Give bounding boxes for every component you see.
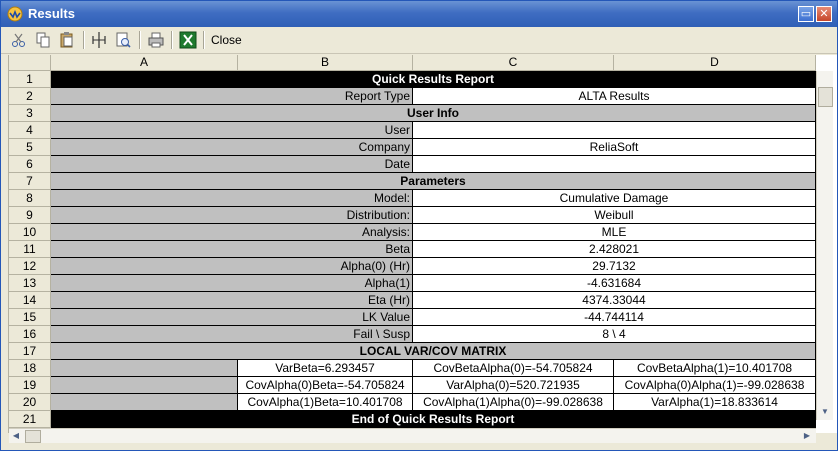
left-margin	[1, 55, 9, 433]
toolbar: Close	[1, 27, 837, 54]
section-header[interactable]: End of Quick Results Report	[51, 411, 816, 428]
field-label[interactable]: Model:	[51, 190, 413, 207]
field-value[interactable]: -44.744114	[413, 309, 816, 326]
section-header[interactable]: Quick Results Report	[51, 71, 816, 88]
matrix-cell[interactable]: CovAlpha(0)Beta=-54.705824	[238, 377, 413, 394]
matrix-cell[interactable]: VarAlpha(1)=18.833614	[614, 394, 816, 411]
field-label[interactable]: LK Value	[51, 309, 413, 326]
matrix-cell[interactable]: CovBetaAlpha(1)=10.401708	[614, 360, 816, 377]
matrix-row-label[interactable]	[51, 377, 238, 394]
field-value[interactable]: 29.7132	[413, 258, 816, 275]
field-value[interactable]: ALTA Results	[413, 88, 816, 105]
row-header[interactable]: 4	[9, 122, 51, 139]
matrix-cell[interactable]: CovBetaAlpha(0)=-54.705824	[413, 360, 614, 377]
row-header[interactable]: 19	[9, 377, 51, 394]
spreadsheet-grid[interactable]: A B C D ▼ ◀ ▶ 1 Quick Results Report 2 Repo…	[1, 55, 837, 443]
row-header[interactable]: 6	[9, 156, 51, 173]
matrix-cell[interactable]: CovAlpha(1)Beta=10.401708	[238, 394, 413, 411]
excel-export-icon[interactable]	[179, 31, 197, 49]
field-value[interactable]: -4.631684	[413, 275, 816, 292]
row-header[interactable]: 5	[9, 139, 51, 156]
app-icon	[7, 6, 23, 22]
scroll-down-icon[interactable]: ▼	[817, 404, 833, 420]
field-value[interactable]: 4374.33044	[413, 292, 816, 309]
row-header[interactable]: 11	[9, 241, 51, 258]
title-bar[interactable]: Results ▭ ✕	[1, 1, 837, 27]
horizontal-scrollbar[interactable]: ◀ ▶	[9, 428, 816, 443]
column-header-c[interactable]: C	[413, 55, 614, 71]
matrix-cell[interactable]: CovAlpha(0)Alpha(1)=-99.028638	[614, 377, 816, 394]
field-value[interactable]: MLE	[413, 224, 816, 241]
matrix-row-label[interactable]	[51, 394, 238, 411]
row-header[interactable]: 3	[9, 105, 51, 122]
field-label[interactable]: Distribution:	[51, 207, 413, 224]
toolbar-separator	[139, 31, 141, 49]
row-header[interactable]: 9	[9, 207, 51, 224]
row-header[interactable]: 21	[9, 411, 51, 428]
field-value[interactable]: ReliaSoft	[413, 139, 816, 156]
row-header[interactable]: 14	[9, 292, 51, 309]
row-header[interactable]: 8	[9, 190, 51, 207]
section-header[interactable]: User Info	[51, 105, 816, 122]
section-header[interactable]: LOCAL VAR/COV MATRIX	[51, 343, 816, 360]
toolbar-separator	[203, 31, 205, 49]
field-label[interactable]: Report Type	[51, 88, 413, 105]
close-button[interactable]: Close	[211, 33, 242, 47]
field-value[interactable]: Cumulative Damage	[413, 190, 816, 207]
field-value[interactable]	[413, 122, 816, 139]
field-label[interactable]: Company	[51, 139, 413, 156]
matrix-cell[interactable]: VarBeta=6.293457	[238, 360, 413, 377]
row-header[interactable]: 2	[9, 88, 51, 105]
column-header-d[interactable]: D	[614, 55, 816, 71]
horizontal-scroll-thumb[interactable]	[25, 430, 41, 443]
vertical-scroll-thumb[interactable]	[818, 87, 833, 107]
copy-icon[interactable]	[34, 31, 52, 49]
row-header[interactable]: 15	[9, 309, 51, 326]
toolbar-separator	[171, 31, 173, 49]
row-header[interactable]: 13	[9, 275, 51, 292]
field-label[interactable]: Alpha(0) (Hr)	[51, 258, 413, 275]
paste-icon[interactable]	[58, 31, 76, 49]
matrix-cell[interactable]: CovAlpha(1)Alpha(0)=-99.028638	[413, 394, 614, 411]
field-label[interactable]: Eta (Hr)	[51, 292, 413, 309]
field-label[interactable]: User	[51, 122, 413, 139]
restore-icon[interactable]: ▭	[798, 6, 814, 22]
toolbar-separator	[83, 31, 85, 49]
row-header[interactable]: 7	[9, 173, 51, 190]
matrix-row-label[interactable]	[51, 360, 238, 377]
field-label[interactable]: Alpha(1)	[51, 275, 413, 292]
window-title: Results	[28, 6, 75, 21]
row-header[interactable]: 16	[9, 326, 51, 343]
field-label[interactable]: Fail \ Susp	[51, 326, 413, 343]
field-value[interactable]: 8 \ 4	[413, 326, 816, 343]
field-value[interactable]	[413, 156, 816, 173]
row-header[interactable]: 12	[9, 258, 51, 275]
column-width-icon[interactable]	[90, 31, 108, 49]
select-all-corner[interactable]	[9, 55, 51, 71]
field-value[interactable]: Weibull	[413, 207, 816, 224]
row-header[interactable]: 1	[9, 71, 51, 88]
scroll-left-icon[interactable]: ◀	[9, 429, 23, 443]
column-header-a[interactable]: A	[51, 55, 238, 71]
row-header[interactable]: 20	[9, 394, 51, 411]
section-header[interactable]: Parameters	[51, 173, 816, 190]
row-header[interactable]: 17	[9, 343, 51, 360]
cut-icon[interactable]	[10, 31, 28, 49]
print-icon[interactable]	[147, 31, 165, 49]
scroll-right-icon[interactable]: ▶	[800, 429, 814, 443]
row-header[interactable]: 10	[9, 224, 51, 241]
results-window: Results ▭ ✕ Close A B C D ▼ ◀ ▶ 1 Quick …	[0, 0, 838, 451]
print-preview-icon[interactable]	[114, 31, 132, 49]
vertical-scrollbar[interactable]: ▼	[816, 71, 833, 420]
field-label[interactable]: Date	[51, 156, 413, 173]
row-header[interactable]: 18	[9, 360, 51, 377]
field-value[interactable]: 2.428021	[413, 241, 816, 258]
field-label[interactable]: Analysis:	[51, 224, 413, 241]
field-label[interactable]: Beta	[51, 241, 413, 258]
close-icon[interactable]: ✕	[816, 6, 832, 22]
column-header-b[interactable]: B	[238, 55, 413, 71]
matrix-cell[interactable]: VarAlpha(0)=520.721935	[413, 377, 614, 394]
